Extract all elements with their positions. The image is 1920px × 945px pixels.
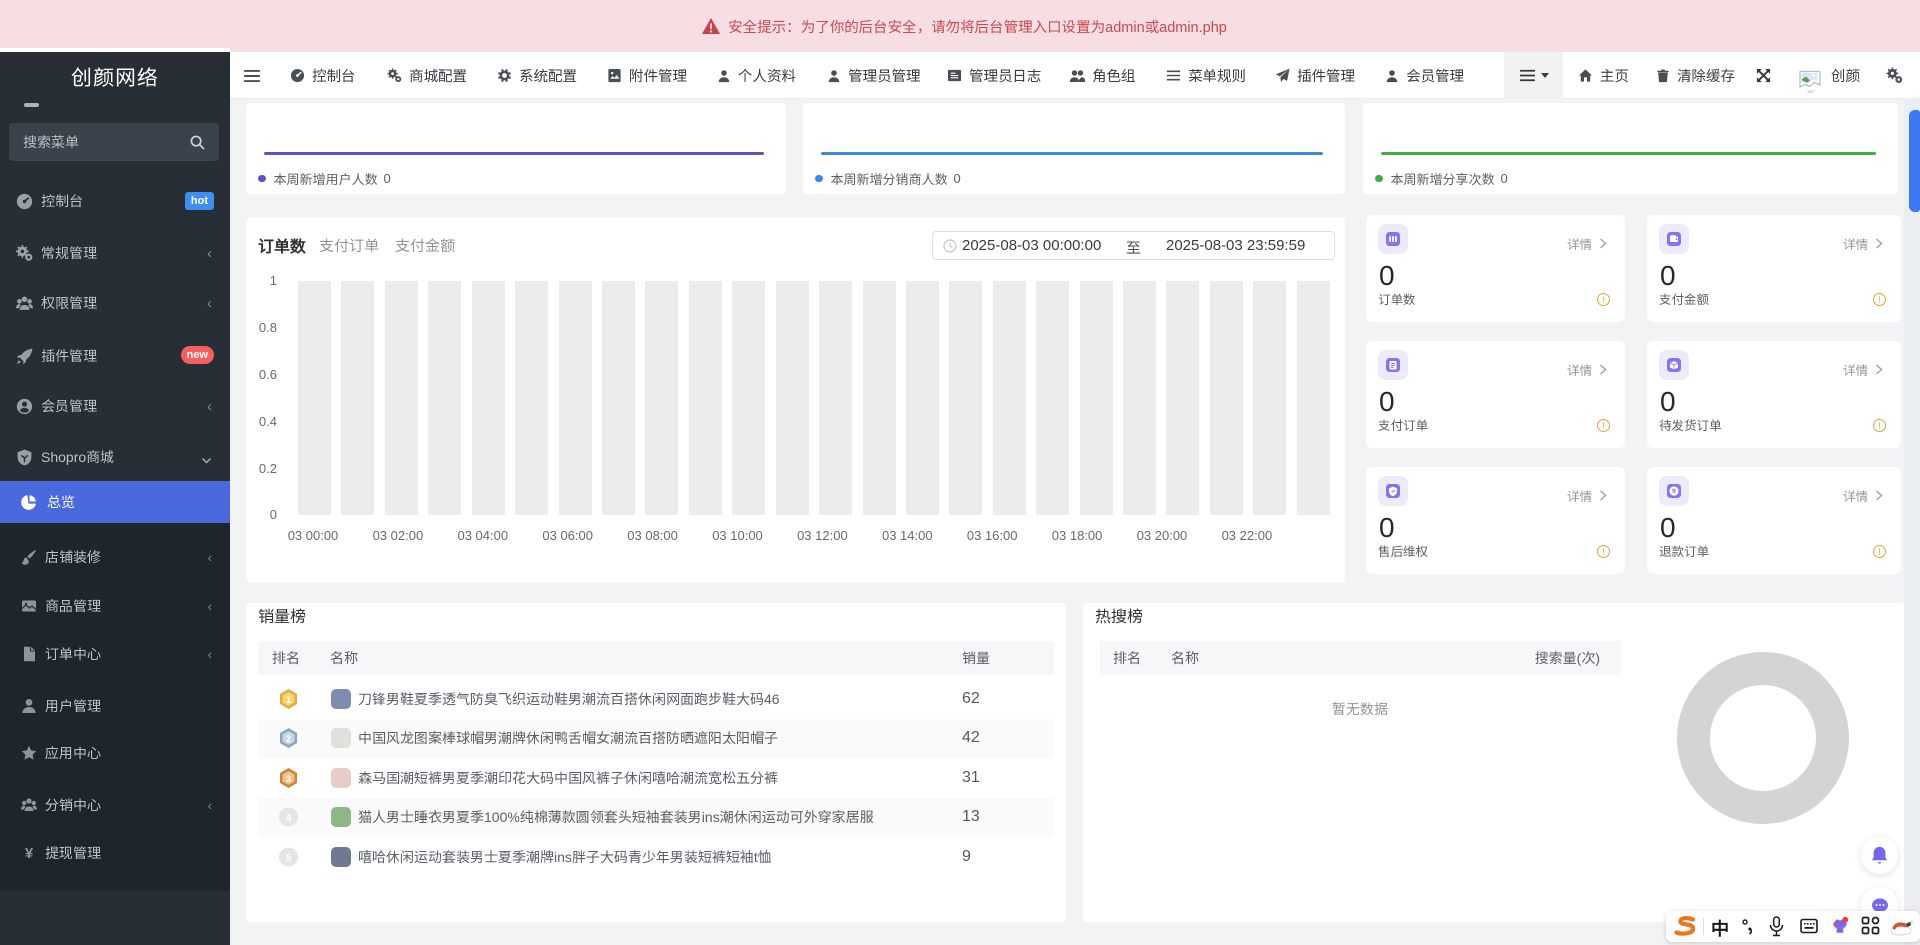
svg-text:2: 2	[286, 734, 291, 745]
svg-text:5: 5	[286, 853, 292, 864]
svg-text:1: 1	[286, 695, 292, 706]
svg-text:¥: ¥	[24, 845, 33, 861]
svg-text:4: 4	[286, 813, 292, 824]
svg-text:3: 3	[286, 774, 291, 785]
